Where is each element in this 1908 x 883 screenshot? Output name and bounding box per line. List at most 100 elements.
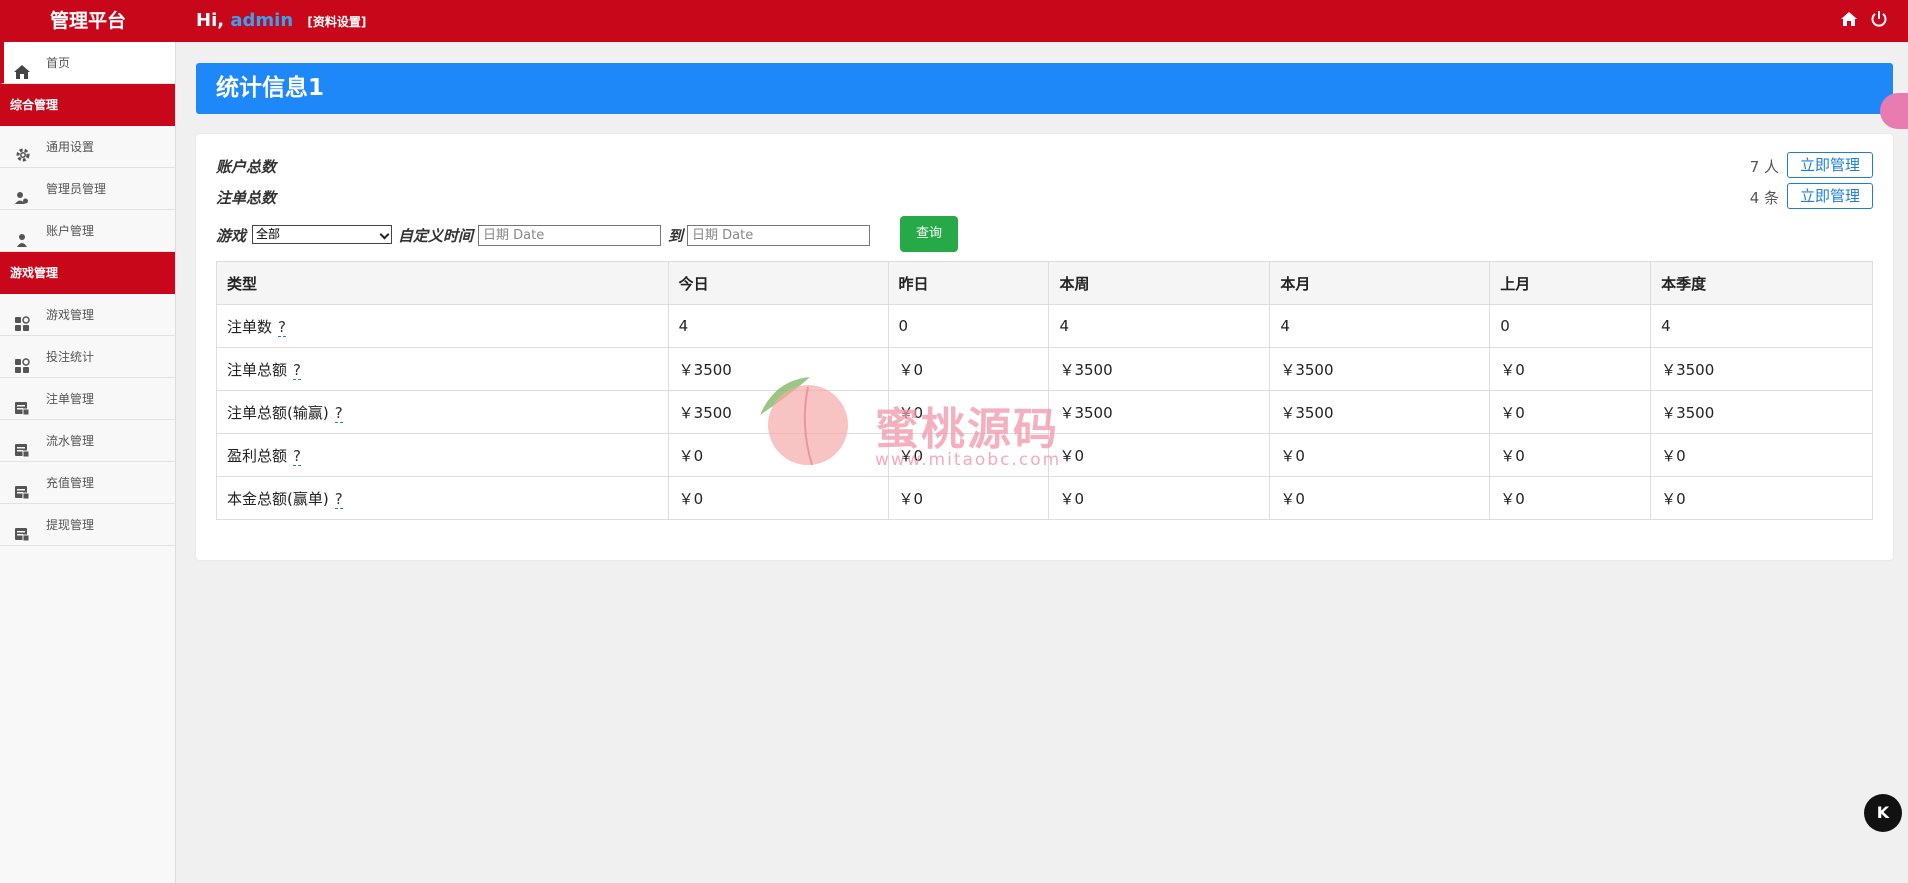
query-button[interactable]: 查询 — [900, 216, 958, 252]
sidebar-item-home[interactable]: 首页 — [0, 42, 175, 84]
profile-settings-link[interactable]: [资料设置] — [307, 15, 366, 29]
game-select-value: 全部 — [256, 227, 281, 241]
orders-summary-row: 注单总数 4 条 立即管理 — [216, 183, 1873, 209]
orders-label: 注单总数 — [216, 189, 277, 207]
chevron-down-icon — [379, 229, 390, 240]
custom-time-label: 自定义时间 — [398, 227, 474, 245]
row-label-cell: 注单总额(输赢)? — [216, 390, 669, 434]
table-cell: ￥0 — [1489, 476, 1652, 520]
translate-tab[interactable] — [1880, 93, 1908, 129]
table-cell: ￥3500 — [1269, 390, 1491, 434]
row-label-cell: 盈利总额? — [216, 433, 669, 477]
page-title: 统计信息1 — [196, 63, 1893, 114]
row-label: 注单数 — [227, 317, 273, 336]
table-cell: 4 — [1269, 304, 1491, 348]
form-icon — [14, 475, 30, 500]
table-cell: ￥0 — [1489, 347, 1652, 391]
table-cell: ￥0 — [887, 347, 1050, 391]
table-row: 本金总额(赢单)? ￥0 ￥0 ￥0 ￥0 ￥0 ￥0 — [216, 476, 1873, 520]
grid-icon — [14, 349, 30, 373]
accounts-label: 账户总数 — [216, 158, 277, 176]
table-cell: ￥0 — [667, 476, 889, 520]
help-tooltip-trigger[interactable]: ? — [334, 489, 343, 509]
table-cell: ￥0 — [1650, 433, 1873, 477]
help-tooltip-trigger[interactable]: ? — [334, 403, 343, 423]
table-cell: ￥3500 — [667, 347, 889, 391]
user-icon — [14, 223, 30, 247]
top-icons — [1840, 10, 1888, 28]
sidebar-item-recharge-manage[interactable]: 充值管理 — [0, 462, 175, 504]
table-cell: ￥3500 — [1650, 347, 1873, 391]
form-icon — [14, 517, 30, 542]
table-cell: 4 — [667, 304, 889, 348]
accounts-summary-row: 账户总数 7 人 立即管理 — [216, 152, 1873, 178]
sidebar-item-game-manage[interactable]: 游戏管理 — [0, 294, 175, 336]
table-cell: 0 — [887, 304, 1050, 348]
table-cell: ￥0 — [887, 476, 1050, 520]
help-tooltip-trigger[interactable]: ? — [293, 446, 301, 466]
greeting: Hi, admin [资料设置] — [196, 0, 366, 42]
users-icon — [14, 181, 30, 204]
to-label: 到 — [668, 227, 684, 245]
filter-bar: 游戏 全部 自定义时间 日期 Date 到 日期 Date 查询 — [216, 216, 1416, 252]
sidebar-section-general: 综合管理 — [0, 84, 175, 126]
help-tooltip-trigger[interactable]: ? — [278, 317, 286, 337]
sidebar-item-account-manage[interactable]: 账户管理 — [0, 210, 175, 252]
row-label: 盈利总额 — [227, 446, 288, 465]
grid-icon — [14, 307, 30, 331]
sidebar-item-label: 提现管理 — [46, 518, 95, 532]
sidebar-item-general-settings[interactable]: 通用设置 — [0, 126, 175, 168]
stats-panel: 账户总数 7 人 立即管理 注单总数 4 条 立即管理 游戏 全部 自定义时间 … — [196, 134, 1893, 560]
game-select[interactable]: 全部 — [252, 225, 392, 244]
sidebar-item-label: 流水管理 — [46, 434, 95, 448]
accounts-count: 7 人 — [1749, 158, 1779, 176]
end-date-input[interactable]: 日期 Date — [687, 225, 870, 246]
manage-orders-button[interactable]: 立即管理 — [1787, 183, 1873, 209]
table-cell: ￥0 — [887, 433, 1050, 477]
table-cell: ￥0 — [1269, 476, 1491, 520]
power-icon[interactable] — [1870, 10, 1888, 28]
table-cell: ￥0 — [667, 433, 889, 477]
sidebar-item-bet-stats[interactable]: 投注统计 — [0, 336, 175, 378]
row-label: 本金总额(赢单) — [227, 489, 329, 508]
table-cell: ￥0 — [887, 390, 1050, 434]
table-row: 注单数? 4 0 4 4 0 4 — [216, 304, 1873, 348]
table-cell: ￥3500 — [1650, 390, 1873, 434]
table-header-row: 类型 今日 昨日 本周 本月 上月 本季度 — [216, 261, 1873, 305]
sidebar-item-label: 首页 — [46, 56, 71, 70]
k-badge-icon[interactable]: K — [1864, 794, 1902, 832]
table-cell: ￥3500 — [1048, 390, 1271, 434]
stats-table: 类型 今日 昨日 本周 本月 上月 本季度 注单数? 4 0 4 4 0 4 注… — [216, 261, 1873, 520]
table-cell: ￥0 — [1048, 433, 1271, 477]
sidebar-item-label: 账户管理 — [46, 224, 95, 238]
sidebar-section-games: 游戏管理 — [0, 252, 175, 294]
sidebar: 首页 综合管理 通用设置 管理员管理 账户管理 游戏管理 游戏管理 投注统计 注… — [0, 42, 176, 883]
manage-accounts-button[interactable]: 立即管理 — [1787, 152, 1873, 178]
home-icon[interactable] — [1840, 10, 1858, 28]
sidebar-item-flow-manage[interactable]: 流水管理 — [0, 420, 175, 462]
start-date-input[interactable]: 日期 Date — [478, 225, 661, 246]
table-cell: ￥0 — [1489, 390, 1652, 434]
sidebar-item-order-manage[interactable]: 注单管理 — [0, 378, 175, 420]
table-cell: ￥0 — [1048, 476, 1271, 520]
brand-title: 管理平台 — [49, 10, 126, 32]
table-cell: 4 — [1650, 304, 1873, 348]
sidebar-item-admin-manage[interactable]: 管理员管理 — [0, 168, 175, 210]
table-row: 注单总额(输赢)? ￥3500 ￥0 ￥3500 ￥3500 ￥0 ￥3500 — [216, 390, 1873, 434]
column-header: 本季度 — [1650, 261, 1873, 305]
sidebar-item-withdraw-manage[interactable]: 提现管理 — [0, 504, 175, 546]
column-header: 本周 — [1048, 261, 1271, 305]
gear-icon — [14, 139, 30, 162]
column-header: 类型 — [216, 261, 669, 305]
row-label-cell: 注单数? — [216, 304, 669, 348]
sidebar-item-label: 管理员管理 — [46, 182, 107, 196]
row-label-cell: 本金总额(赢单)? — [216, 476, 669, 520]
help-tooltip-trigger[interactable]: ? — [293, 360, 301, 380]
table-cell: 4 — [1048, 304, 1271, 348]
column-header: 本月 — [1269, 261, 1491, 305]
table-cell: ￥0 — [1269, 433, 1491, 477]
column-header: 上月 — [1489, 261, 1652, 305]
sidebar-item-label: 注单管理 — [46, 392, 95, 406]
username: admin — [230, 10, 294, 31]
form-icon — [14, 391, 30, 416]
